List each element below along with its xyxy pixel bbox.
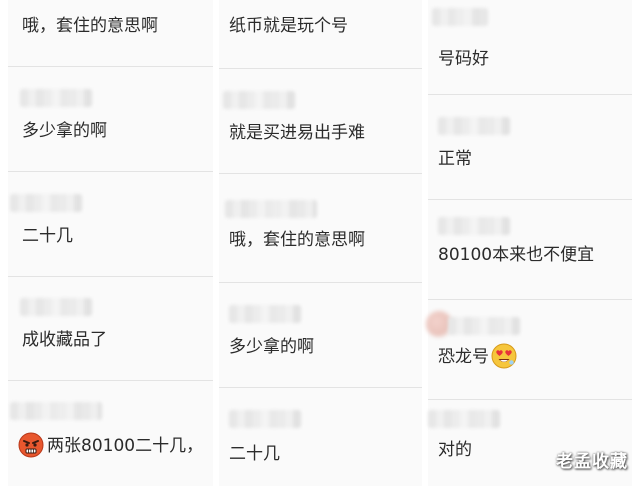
- comment-text: 多少拿的啊: [22, 121, 107, 141]
- blurred-username: [10, 402, 102, 420]
- watermark: 老孟收藏: [556, 452, 628, 472]
- blurred-username: [223, 91, 295, 109]
- comment-item: 恐龙号: [426, 295, 632, 400]
- comment-item: 正常: [428, 95, 632, 200]
- comment-text: 二十几: [22, 226, 73, 246]
- comment-text: 正常: [438, 149, 472, 169]
- angry-face-icon: [18, 432, 44, 458]
- comment-item: 二十几: [8, 172, 213, 277]
- comment-item: 二十几: [219, 388, 422, 492]
- blurred-username: [438, 117, 510, 135]
- comment-item: 80100本来也不便宜: [428, 195, 632, 300]
- blurred-username: [20, 89, 92, 107]
- comment-item: 哦，套住的意思啊: [8, 0, 213, 67]
- comment-item: 多少拿的啊: [8, 67, 213, 172]
- comment-text: 哦，套住的意思啊: [229, 230, 365, 250]
- blurred-username: [438, 217, 510, 235]
- blurred-username: [225, 200, 317, 218]
- comment-item: 多少拿的啊: [219, 283, 422, 388]
- comment-text-row: 两张80100二十几，: [18, 432, 203, 458]
- comment-text: 80100本来也不便宜: [438, 245, 595, 265]
- comment-text-row: 恐龙号: [438, 343, 517, 369]
- comment-text: 号码好: [438, 49, 489, 69]
- blurred-username: [229, 410, 301, 428]
- comment-item: 哦，套住的意思啊: [219, 178, 422, 283]
- blurred-username: [229, 305, 301, 323]
- blurred-username: [432, 8, 488, 26]
- heart-eyes-face-icon: [491, 343, 517, 369]
- comment-text: 就是买进易出手难: [229, 123, 365, 143]
- comment-item: 成收藏品了: [8, 276, 213, 381]
- comment-column-1: 哦，套住的意思啊 多少拿的啊 二十几 成收藏品了 两张80100二十几，: [8, 0, 213, 486]
- comment-item: 就是买进易出手难: [219, 69, 422, 174]
- blurred-username: [428, 410, 500, 428]
- comment-text: 对的: [438, 440, 472, 460]
- comment-text: 恐龙号: [438, 347, 489, 367]
- comment-column-3: 号码好 正常 80100本来也不便宜 恐龙号 对的: [426, 0, 632, 486]
- blurred-username: [10, 194, 82, 212]
- comment-item: 纸币就是玩个号: [219, 0, 422, 69]
- comment-item: 号码好: [428, 0, 632, 95]
- comment-text: 两张80100二十几，: [47, 436, 204, 456]
- blurred-username: [20, 298, 92, 316]
- comment-text: 哦，套住的意思啊: [22, 16, 158, 36]
- comment-item: 两张80100二十几，: [8, 380, 213, 484]
- comment-column-2: 纸币就是玩个号 就是买进易出手难 哦，套住的意思啊 多少拿的啊 二十几: [219, 0, 422, 486]
- comment-text: 多少拿的啊: [229, 337, 314, 357]
- blurred-username: [448, 317, 520, 335]
- comment-text: 二十几: [229, 444, 280, 464]
- comment-text: 成收藏品了: [22, 330, 107, 350]
- comment-text: 纸币就是玩个号: [229, 16, 348, 36]
